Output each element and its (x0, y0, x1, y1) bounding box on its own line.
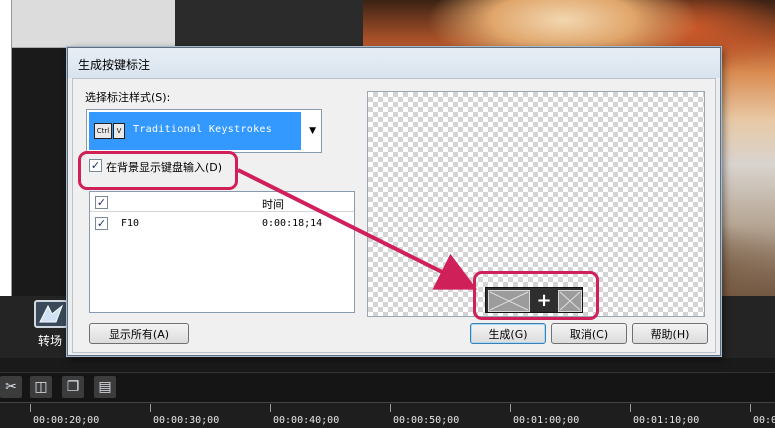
show-all-button[interactable]: 显示所有(A) (89, 323, 189, 344)
ruler-tick (390, 404, 391, 412)
dialog-title: 生成按键标注 (78, 58, 151, 72)
scissors-icon[interactable]: ✂ (0, 376, 22, 398)
paste-icon[interactable]: ▤ (94, 376, 116, 398)
ruler-time-label: 00:01:10;00 (633, 415, 700, 426)
row-key: F10 (121, 218, 140, 229)
ruler-time-label: 00:01: (753, 415, 775, 426)
copy-icon[interactable]: ❐ (62, 376, 84, 398)
transition-icon[interactable] (34, 300, 68, 328)
dialog-body: 选择标注样式(S): Ctrl V Traditional Keystrokes… (72, 78, 716, 353)
list-header: ✓ 时间 (90, 192, 354, 212)
highlight-box-preview (473, 271, 599, 320)
row-checkbox[interactable]: ✓ (95, 217, 108, 230)
ruler-tick (270, 404, 271, 412)
select-all-checkbox[interactable]: ✓ (95, 196, 108, 209)
keystroke-list[interactable]: ✓ 时间 ✓ F10 0:00:18;14 (89, 191, 355, 313)
dialog-titlebar[interactable]: 生成按键标注 (68, 48, 720, 78)
style-label: 选择标注样式(S): (85, 91, 171, 104)
ruler-time-label: 00:00:40;00 (273, 415, 340, 426)
ruler-tick (630, 404, 631, 412)
generate-keystroke-callouts-dialog: 生成按键标注 选择标注样式(S): Ctrl V Traditional Key… (67, 47, 721, 356)
ruler-time-label: 00:00:30;00 (153, 415, 220, 426)
ruler-time-label: 00:00:50;00 (393, 415, 460, 426)
key-v: V (113, 123, 125, 139)
keyboard-keys-icon: Ctrl V (94, 123, 126, 139)
row-time: 0:00:18;14 (262, 218, 323, 229)
background-dark-panel (175, 0, 363, 48)
generate-button[interactable]: 生成(G) (470, 323, 546, 344)
timeline-toolbar (0, 372, 775, 402)
transition-label[interactable]: 转场 (38, 332, 62, 349)
background-left-pane (0, 0, 12, 300)
ruler-tick (510, 404, 511, 412)
cancel-button[interactable]: 取消(C) (551, 323, 627, 344)
ruler-tick (30, 404, 31, 412)
list-item[interactable]: ✓ F10 0:00:18;14 (90, 214, 354, 232)
ruler-tick (150, 404, 151, 412)
ruler-time-label: 00:01:00;00 (513, 415, 580, 426)
help-button[interactable]: 帮助(H) (632, 323, 708, 344)
split-icon[interactable]: ◫ (30, 376, 52, 398)
background-top-strip (12, 0, 175, 48)
ruler-tick (750, 404, 751, 412)
style-option-label: Traditional Keystrokes (133, 124, 273, 135)
ruler-time-label: 00:00:20;00 (33, 415, 100, 426)
callout-style-dropdown[interactable]: Ctrl V Traditional Keystrokes ▼ (86, 109, 322, 153)
selected-style-option[interactable]: Ctrl V Traditional Keystrokes (89, 112, 301, 150)
column-header-time[interactable]: 时间 (262, 196, 284, 212)
key-ctrl: Ctrl (94, 123, 112, 139)
highlight-box-checkbox (78, 151, 238, 190)
dropdown-arrow-icon[interactable]: ▼ (309, 126, 316, 136)
